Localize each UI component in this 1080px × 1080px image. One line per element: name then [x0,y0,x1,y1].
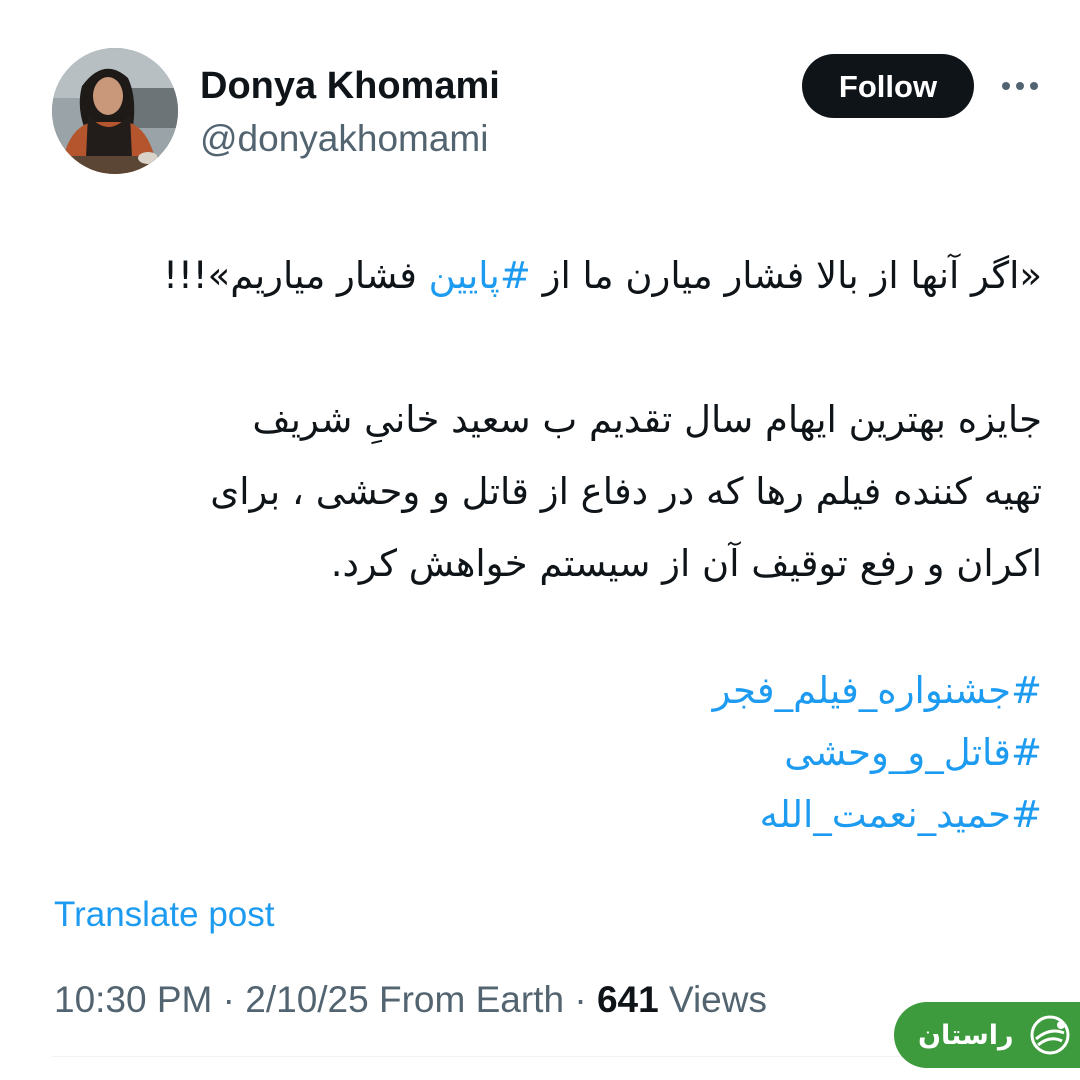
more-options-icon[interactable] [998,72,1042,100]
hashtag-link[interactable]: #حمید_نعمت_الله [60,784,1042,846]
divider [52,1056,1050,1057]
hashtag-link[interactable]: #جشنواره_فیلم_فجر [60,660,1042,722]
hashtag-link[interactable]: #قاتل_و_وحشی [60,722,1042,784]
author-handle[interactable]: @donyakhomami [200,116,488,162]
tweet-paragraph-line: اکران و رفع توقیف آن از سیستم خواهش کرد. [330,542,1042,585]
views-label[interactable]: Views [669,979,767,1020]
tweet-metadata: 10:30 PM · 2/10/25 From Earth · 641 View… [54,976,767,1024]
tweet-time[interactable]: 10:30 PM [54,979,212,1020]
tweet-paragraph-line: جایزه بهترین ایهام سال تقدیم ب سعید خانی… [252,398,1042,441]
watermark-text: راستان [918,1019,1014,1051]
tweet-paragraph-line: تهیه کننده فیلم رها که در دفاع از قاتل و… [210,470,1042,513]
meta-separator: · [212,979,246,1020]
views-count[interactable]: 641 [597,979,659,1020]
translate-post-link[interactable]: Translate post [54,892,274,938]
tweet-text: «اگر آنها از بالا فشار میارن ما از #پایی… [60,240,1042,846]
rastan-logo-icon [1030,1015,1070,1055]
hashtag-link[interactable]: #پایین [429,254,531,297]
tweet-quote-line: «اگر آنها از بالا فشار میارن ما از #پایی… [60,240,1042,312]
follow-button[interactable]: Follow [802,54,974,118]
meta-separator: · [564,979,597,1020]
watermark-badge: راستان [894,1002,1080,1068]
avatar-photo [52,48,178,174]
tweet-date[interactable]: 2/10/25 [245,979,368,1020]
author-display-name[interactable]: Donya Khomami [200,62,500,110]
tweet-source: From Earth [379,979,565,1020]
avatar[interactable] [52,48,178,174]
tweet-quote-suffix: فشار میاریم»!!! [163,254,429,297]
tweet-quote-prefix: «اگر آنها از بالا فشار میارن ما از [530,254,1042,297]
